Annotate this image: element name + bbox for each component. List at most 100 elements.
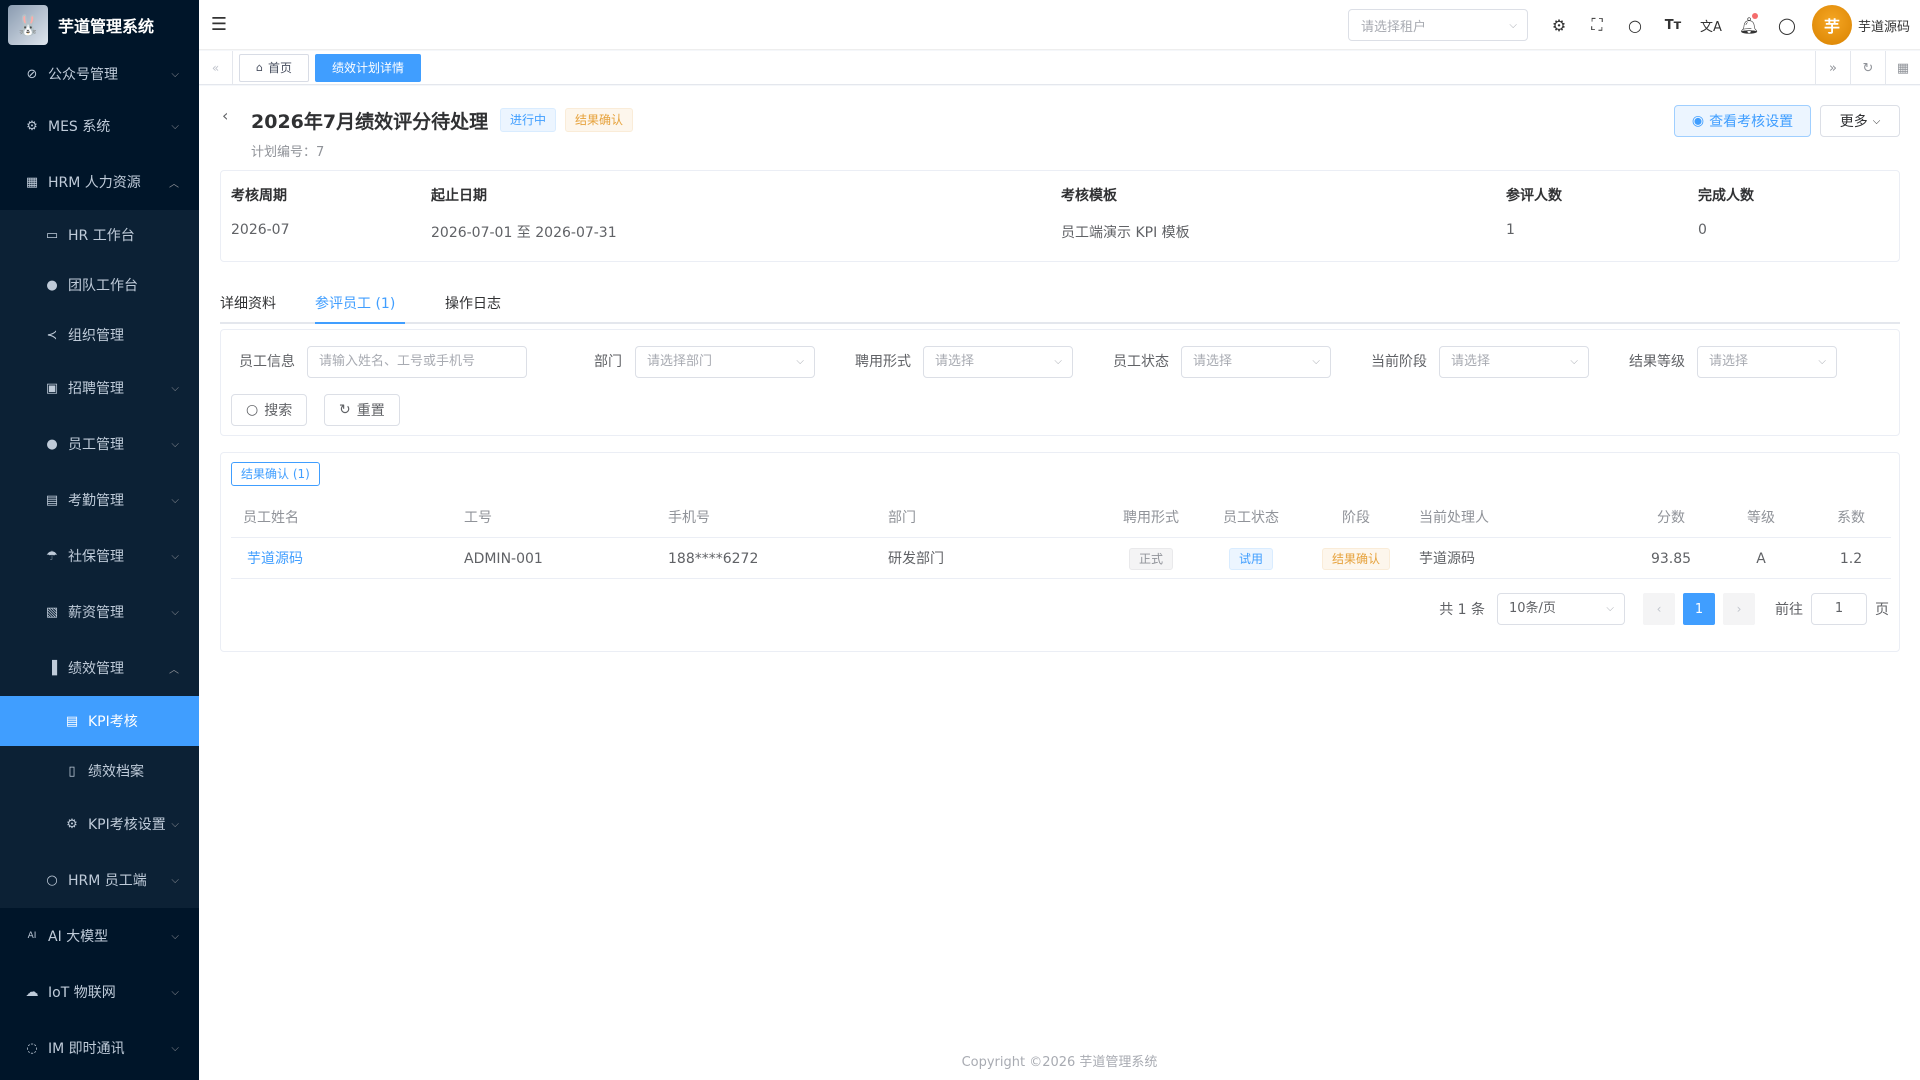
sidebar-item-hrm-employee[interactable]: ○ HRM 员工端 ⌵ xyxy=(0,852,199,908)
hamburger-icon[interactable]: ☰ xyxy=(199,0,239,50)
sidebar-item-label: 绩效档案 xyxy=(88,764,144,780)
font-size-icon[interactable]: Tт xyxy=(1654,0,1692,50)
pagination-total: 共 1 条 xyxy=(1439,602,1485,618)
cell-employee-no: ADMIN-001 xyxy=(464,551,543,567)
sidebar-item-kpi-settings[interactable]: ⚙ KPI考核设置 ⌵ xyxy=(0,796,199,852)
sidebar-item-team-workbench[interactable]: ● 团队工作台 xyxy=(0,260,199,310)
sidebar-item-label: KPI考核设置 xyxy=(88,817,166,833)
tab-details[interactable]: 详细资料 xyxy=(220,284,276,324)
settings-icon[interactable]: ⚙ xyxy=(1540,0,1578,50)
chevron-down-icon: ⌵ xyxy=(171,120,179,132)
sidebar-item-hrm[interactable]: ▦ HRM 人力资源 ︿ xyxy=(0,154,199,210)
detail-tabs: 详细资料 参评员工 (1) 操作日志 xyxy=(220,284,1900,324)
info-participants: 参评人数 1 xyxy=(1506,185,1562,238)
back-icon[interactable]: ‹ xyxy=(222,106,228,125)
table-row[interactable]: 芋道源码 ADMIN-001 188****6272 研发部门 正式 试用 结果… xyxy=(231,539,1891,579)
group-tag[interactable]: 结果确认 (1) xyxy=(231,462,320,486)
header-actions: 请选择租户 ⌵ ⚙ ⛶ ○ Tт 文A 🔔︎ ◯ 芋 芋道源码 xyxy=(1347,0,1920,50)
fullscreen-icon[interactable]: ⛶ xyxy=(1578,0,1616,50)
sidebar-item-archive[interactable]: ▯ 绩效档案 xyxy=(0,746,199,796)
sidebar-item-social[interactable]: ☂ 社保管理 ⌵ xyxy=(0,528,199,584)
message-icon[interactable]: ◯ xyxy=(1768,0,1806,50)
goto-page-input[interactable]: 1 xyxy=(1811,593,1867,625)
filter-label: 员工信息 xyxy=(239,354,295,370)
wallet-icon: ▧ xyxy=(45,604,59,620)
info-range: 起止日期 2026-07-01 至 2026-07-31 xyxy=(431,185,617,242)
info-label: 考核周期 xyxy=(231,188,287,204)
tab-logs[interactable]: 操作日志 xyxy=(445,284,501,324)
sidebar-item-iot[interactable]: ☁ IoT 物联网 ⌵ xyxy=(0,964,199,1020)
double-chevron-left-icon[interactable]: « xyxy=(199,50,233,85)
column-header: 手机号 xyxy=(668,510,710,526)
sidebar-item-hr-workbench[interactable]: ▭ HR 工作台 xyxy=(0,210,199,260)
employee-name-link[interactable]: 芋道源码 xyxy=(247,539,303,579)
filter-label: 部门 xyxy=(594,354,622,370)
chevron-down-icon: ⌵ xyxy=(1606,603,1614,614)
sidebar-item-org[interactable]: ≺ 组织管理 xyxy=(0,310,199,360)
tag-home[interactable]: ⌂ 首页 xyxy=(239,53,309,82)
cloud-icon: ☁ xyxy=(25,984,39,1000)
cell-dept: 研发部门 xyxy=(888,551,944,567)
grade-select[interactable]: 请选择 ⌵ xyxy=(1697,346,1837,378)
info-label: 参评人数 xyxy=(1506,188,1562,204)
employee-status-select[interactable]: 请选择 ⌵ xyxy=(1181,346,1331,378)
sidebar-item-recruit[interactable]: ▣ 招聘管理 ⌵ xyxy=(0,360,199,416)
sidebar-item-mes[interactable]: ⚙ MES 系统 ⌵ xyxy=(0,98,199,154)
prev-page-button[interactable]: ‹ xyxy=(1643,593,1675,625)
employee-search-input[interactable]: 请输入姓名、工号或手机号 xyxy=(307,346,527,378)
more-button[interactable]: 更多 ⌵ xyxy=(1820,105,1900,137)
tab-participants[interactable]: 参评员工 (1) xyxy=(315,284,395,324)
page-size-select[interactable]: 10条/页 ⌵ xyxy=(1497,593,1625,625)
briefcase-icon: ▣ xyxy=(45,380,59,396)
gear-icon: ⚙ xyxy=(66,816,78,832)
sidebar-item-label: IM 即时通讯 xyxy=(48,1041,125,1057)
double-chevron-right-icon[interactable]: » xyxy=(1815,51,1850,85)
cell-status: 试用 xyxy=(1211,539,1291,579)
sidebar-item-employee[interactable]: ● 员工管理 ⌵ xyxy=(0,416,199,472)
goto-label: 前往 xyxy=(1775,602,1803,618)
button-label: 重置 xyxy=(356,403,385,419)
user-outline-icon: ○ xyxy=(46,872,58,888)
dept-select[interactable]: 请选择部门 ⌵ xyxy=(635,346,815,378)
translate-icon[interactable]: 文A xyxy=(1692,0,1730,50)
sidebar-item-attendance[interactable]: ▤ 考勤管理 ⌵ xyxy=(0,472,199,528)
notification-dot xyxy=(1751,13,1758,19)
chevron-down-icon: ⌵ xyxy=(171,1042,179,1054)
bell-icon[interactable]: 🔔︎ xyxy=(1730,0,1768,50)
search-button[interactable]: ○ 搜索 xyxy=(231,394,308,426)
sidebar-item-label: 招聘管理 xyxy=(68,381,124,397)
user-menu[interactable]: 芋 芋道源码 xyxy=(1806,5,1920,45)
stage-select[interactable]: 请选择 ⌵ xyxy=(1439,346,1589,378)
sidebar-item-kpi[interactable]: ▤ KPI考核 xyxy=(0,696,199,746)
info-done: 完成人数 0 xyxy=(1698,185,1754,238)
grid-icon[interactable]: ▦ xyxy=(1885,51,1920,85)
user-icon: ● xyxy=(46,436,58,452)
logo[interactable]: 🐰 芋道管理系统 xyxy=(0,0,199,50)
info-value: 0 xyxy=(1698,222,1707,238)
hire-type-select[interactable]: 请选择 ⌵ xyxy=(923,346,1073,378)
page-number-button[interactable]: 1 xyxy=(1683,593,1715,625)
reset-button[interactable]: ↻ 重置 xyxy=(324,394,400,426)
search-icon[interactable]: ○ xyxy=(1616,0,1654,50)
sidebar-item-salary[interactable]: ▧ 薪资管理 ⌵ xyxy=(0,584,199,640)
chevron-down-icon: ⌵ xyxy=(171,606,179,618)
next-page-button[interactable]: › xyxy=(1723,593,1755,625)
column-header: 当前处理人 xyxy=(1419,510,1489,526)
chevron-down-icon: ⌵ xyxy=(1818,356,1826,367)
chevron-down-icon: ⌵ xyxy=(1872,115,1881,127)
status-badge: 进行中 xyxy=(500,108,557,132)
chevron-down-icon: ⌵ xyxy=(171,438,179,450)
view-settings-button[interactable]: ◉ 查看考核设置 xyxy=(1674,105,1811,137)
document-icon: ▯ xyxy=(68,763,76,779)
sidebar-item-performance[interactable]: ▐ 绩效管理 ︿ xyxy=(0,640,199,696)
tenant-select[interactable]: 请选择租户 ⌵ xyxy=(1347,9,1528,41)
chevron-down-icon: ⌵ xyxy=(796,356,804,367)
tab-active-bar xyxy=(315,322,405,324)
cell-hire-type: 正式 xyxy=(1111,539,1191,579)
sidebar-item-mp[interactable]: ⊘ 公众号管理 ⌵ xyxy=(0,50,199,98)
refresh-icon[interactable]: ↻ xyxy=(1850,51,1885,85)
sidebar-item-im[interactable]: ◌ IM 即时通讯 ⌵ xyxy=(0,1020,199,1076)
tag-current[interactable]: 绩效计划详情 xyxy=(315,53,422,82)
chevron-down-icon: ⌵ xyxy=(171,68,179,80)
sidebar-item-ai[interactable]: AI AI 大模型 ⌵ xyxy=(0,908,199,964)
